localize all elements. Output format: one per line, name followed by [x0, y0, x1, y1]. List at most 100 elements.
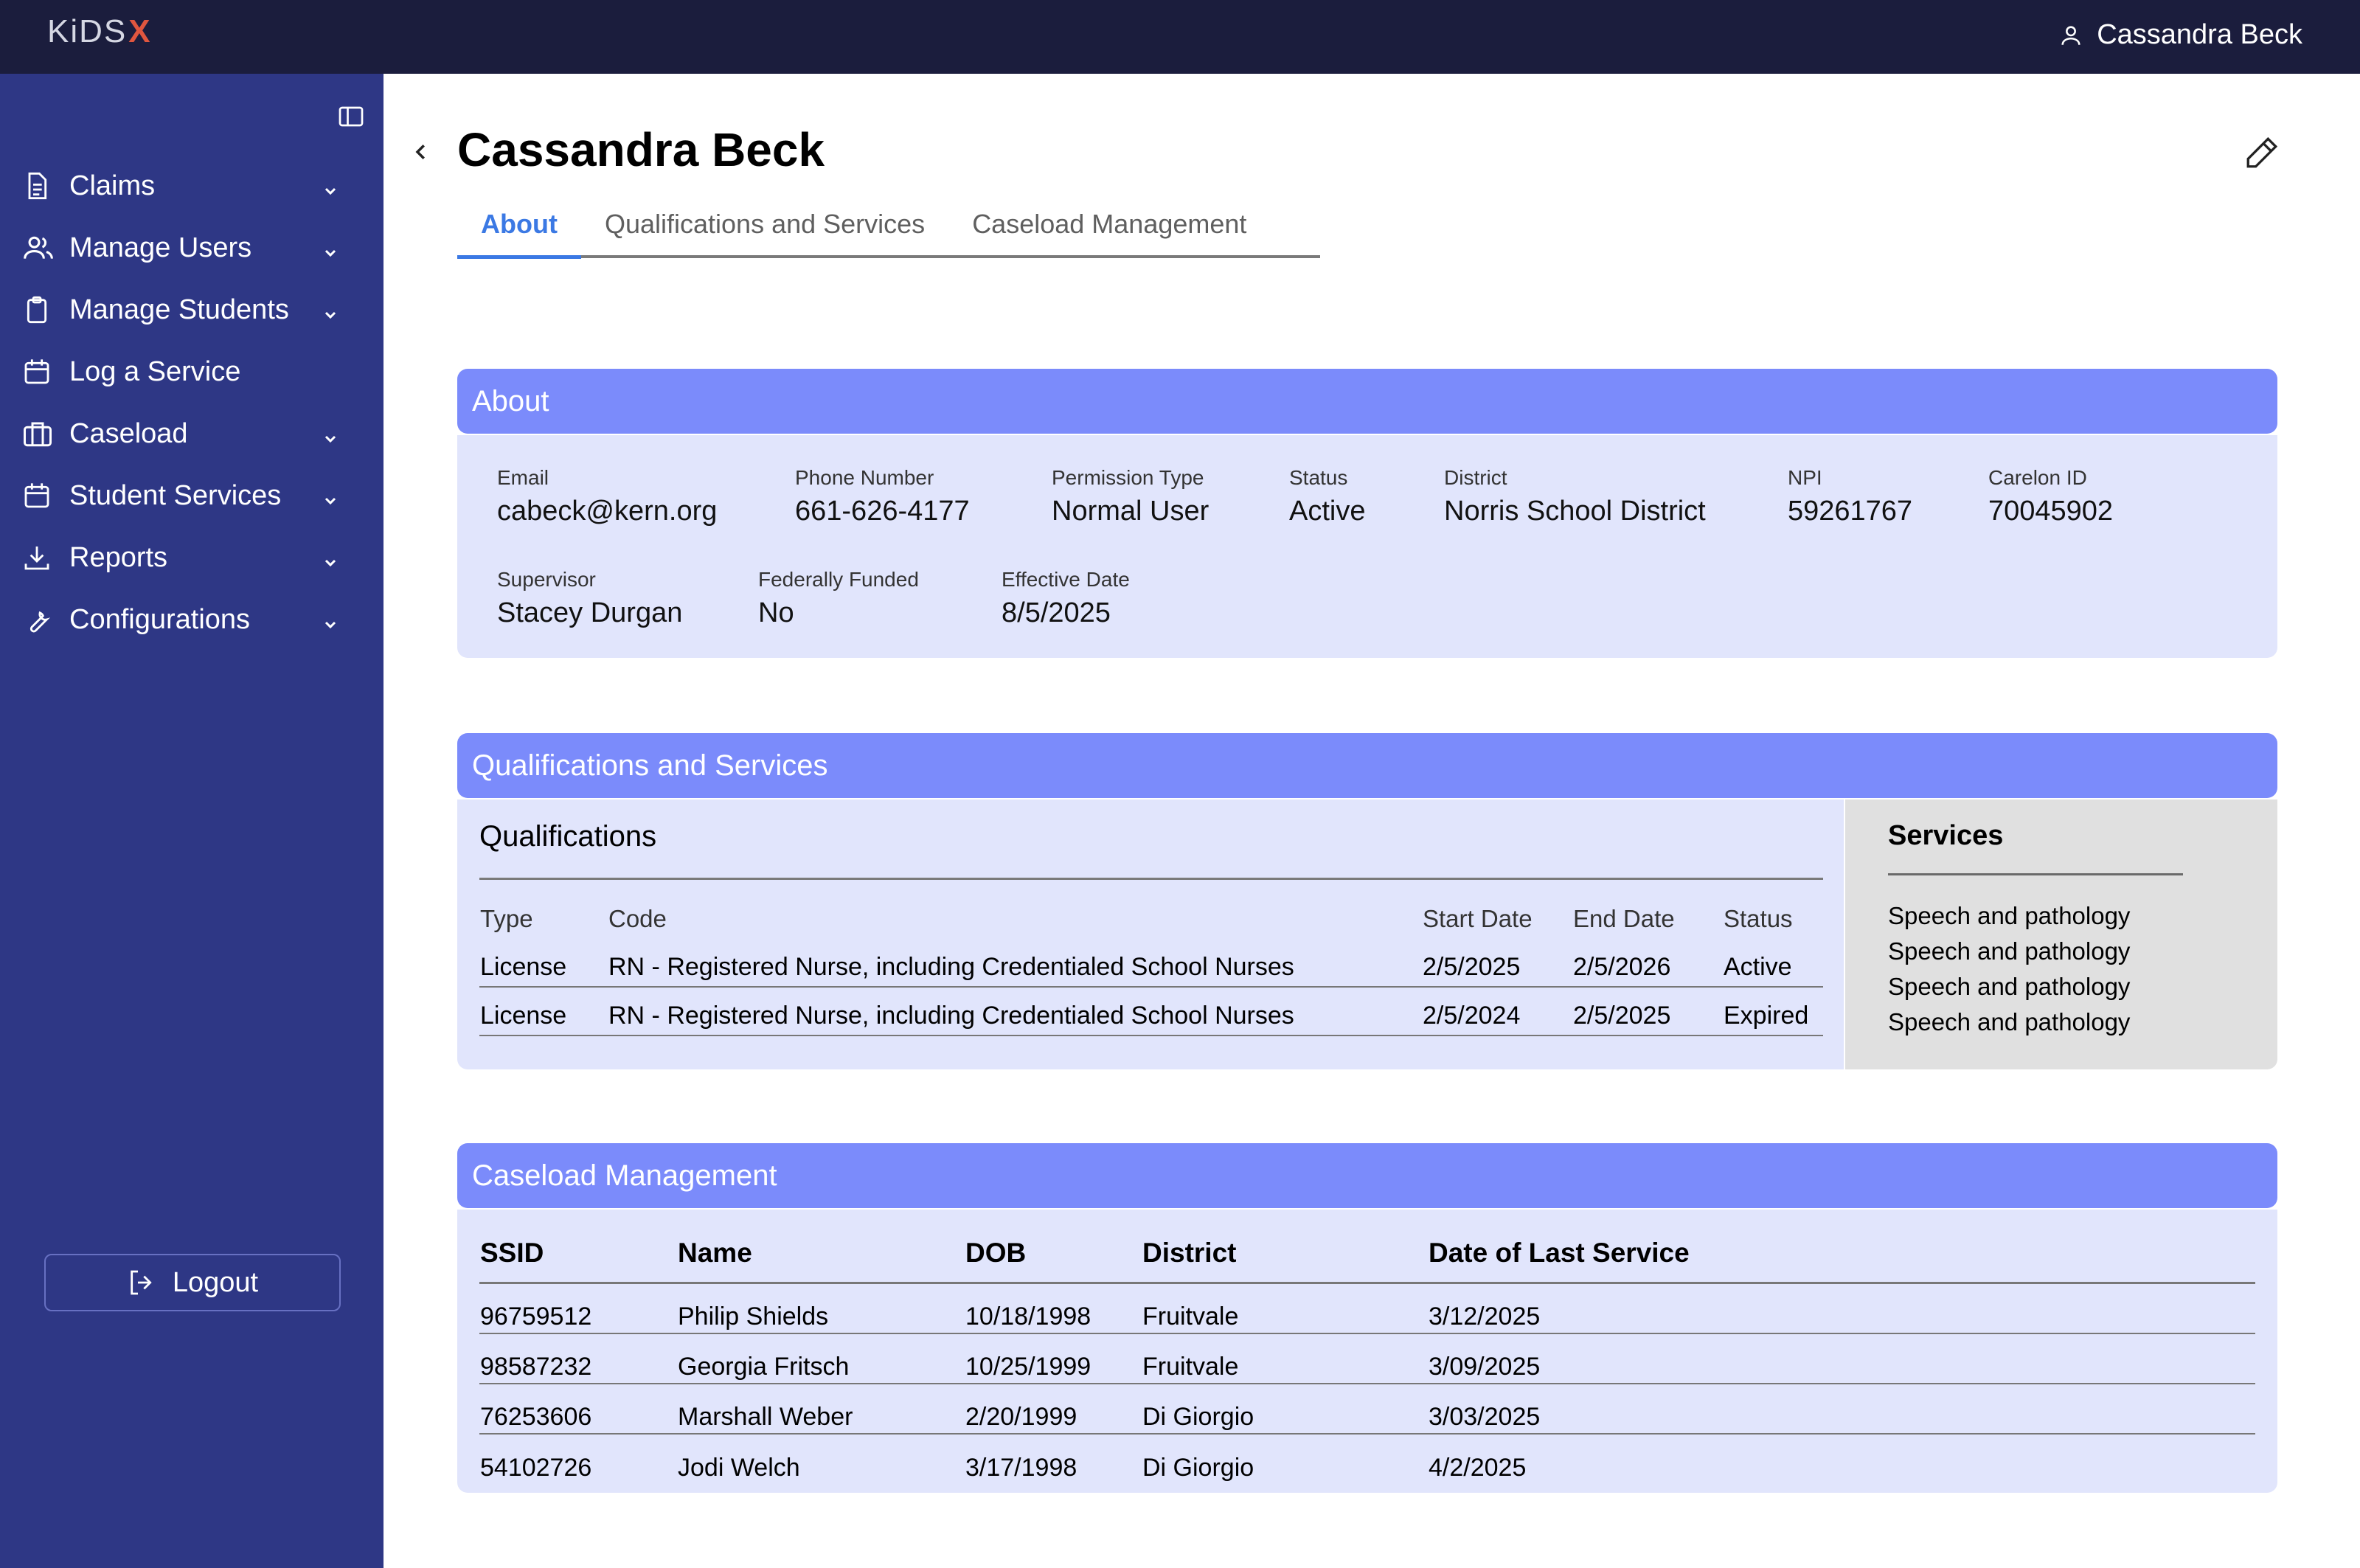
- chevron-down-icon: [322, 609, 339, 641]
- user-menu[interactable]: Cassandra Beck: [2058, 19, 2302, 51]
- qualifications-services-header: Qualifications and Services: [457, 733, 2277, 798]
- npi-field: NPI 59261767: [1788, 466, 1912, 527]
- column-header: DOB: [965, 1224, 1142, 1284]
- carelon-id-field: Carelon ID 70045902: [1988, 466, 2113, 527]
- chevron-down-icon: [322, 176, 339, 207]
- caseload-section: Caseload Management SSID Name DOB Distri…: [457, 1143, 2277, 1493]
- table-cell: 2/5/2025: [1422, 938, 1572, 988]
- sidebar-item-log-a-service[interactable]: Log a Service: [0, 341, 384, 403]
- table-cell: Di Giorgio: [1142, 1383, 1428, 1435]
- users-icon: [22, 232, 55, 264]
- field-label: District: [1444, 466, 1507, 489]
- document-icon: [22, 170, 55, 202]
- sidebar-item-label: Log a Service: [69, 355, 241, 387]
- field-value: Stacey Durgan: [497, 597, 683, 628]
- table-cell: 2/20/1999: [965, 1383, 1142, 1435]
- clipboard-icon: [22, 294, 55, 326]
- logo-text: KiDS: [47, 13, 128, 49]
- list-item: Speech and pathology: [1888, 1008, 2131, 1035]
- logo-mark: X: [128, 13, 152, 49]
- tab-caseload-management[interactable]: Caseload Management: [948, 204, 1270, 255]
- table-row[interactable]: 98587232 Georgia Fritsch 10/25/1999 Frui…: [479, 1333, 2255, 1384]
- sidebar-item-manage-students[interactable]: Manage Students: [0, 279, 384, 341]
- table-cell: Jodi Welch: [678, 1453, 800, 1482]
- services-panel: Services Speech and pathology Speech and…: [1845, 799, 2277, 1069]
- table-row[interactable]: License RN - Registered Nurse, including…: [479, 987, 1823, 1036]
- field-value: 661-626-4177: [795, 496, 970, 527]
- table-cell: Fruitvale: [1142, 1333, 1428, 1384]
- qualifications-services-body: Qualifications Type Code Start Date End …: [457, 799, 2277, 1069]
- table-cell: 2/5/2024: [1422, 987, 1572, 1036]
- sidebar-item-claims[interactable]: Claims: [0, 155, 384, 217]
- column-header: Start Date: [1423, 905, 1533, 932]
- field-label: Email: [497, 466, 549, 489]
- table-cell: 3/03/2025: [1428, 1383, 2255, 1435]
- logout-button[interactable]: Logout: [44, 1254, 341, 1311]
- top-bar: KiDSX Cassandra Beck: [0, 0, 2360, 74]
- table-row[interactable]: 96759512 Philip Shields 10/18/1998 Fruit…: [479, 1283, 2255, 1334]
- table-cell: License: [479, 987, 608, 1036]
- sidebar-item-label: Configurations: [69, 603, 251, 635]
- field-value: 8/5/2025: [1002, 597, 1111, 628]
- column-header: District: [1142, 1224, 1428, 1284]
- services-heading: Services: [1888, 820, 2004, 851]
- app-logo[interactable]: KiDSX: [47, 13, 152, 50]
- effective-date-field: Effective Date 8/5/2025: [1002, 568, 1130, 629]
- table-header-row: Type Code Start Date End Date Status: [479, 900, 1823, 938]
- sidebar-item-label: Caseload: [69, 417, 188, 449]
- column-header: End Date: [1573, 905, 1675, 932]
- column-header: Date of Last Service: [1428, 1224, 2255, 1284]
- tab-bar: About Qualifications and Services Caselo…: [457, 204, 1320, 259]
- about-section: About Email cabeck@kern.org Phone Number…: [457, 369, 2277, 658]
- back-chevron-icon[interactable]: [410, 139, 432, 169]
- caseload-table: SSID Name DOB District Date of Last Serv…: [479, 1224, 2255, 1484]
- logout-icon: [131, 1270, 152, 1295]
- field-label: Phone Number: [795, 466, 934, 489]
- sidebar-item-student-services[interactable]: Student Services: [0, 465, 384, 527]
- table-cell: 3/12/2025: [1428, 1283, 2255, 1334]
- status-field: Status Active: [1289, 466, 1365, 527]
- table-row[interactable]: 76253606 Marshall Weber 2/20/1999 Di Gio…: [479, 1383, 2255, 1435]
- sidebar-item-reports[interactable]: Reports: [0, 527, 384, 589]
- about-section-body: Email cabeck@kern.org Phone Number 661-6…: [457, 435, 2277, 658]
- divider: [1888, 873, 2183, 875]
- sidebar-item-caseload[interactable]: Caseload: [0, 403, 384, 465]
- table-cell: License: [479, 938, 608, 988]
- table-cell: Marshall Weber: [677, 1383, 965, 1435]
- table-cell: 3/17/1998: [965, 1453, 1077, 1482]
- federally-funded-field: Federally Funded No: [758, 568, 919, 629]
- field-label: Supervisor: [497, 568, 596, 591]
- field-label: Permission Type: [1052, 466, 1204, 489]
- wrench-icon: [22, 603, 55, 636]
- table-cell: Fruitvale: [1142, 1283, 1428, 1334]
- table-cell: 2/5/2025: [1572, 987, 1723, 1036]
- qualifications-heading: Qualifications: [479, 820, 657, 853]
- field-label: Effective Date: [1002, 568, 1130, 591]
- briefcase-icon: [22, 417, 55, 450]
- chevron-down-icon: [322, 485, 339, 517]
- sidebar-item-configurations[interactable]: Configurations: [0, 589, 384, 651]
- column-header: Name: [677, 1224, 965, 1284]
- table-cell: 10/25/1999: [965, 1333, 1142, 1384]
- sidebar-item-label: Student Services: [69, 479, 282, 511]
- field-value: Active: [1289, 496, 1366, 527]
- download-icon: [22, 541, 55, 574]
- caseload-section-body: SSID Name DOB District Date of Last Serv…: [457, 1210, 2277, 1493]
- table-row[interactable]: 54102726 Jodi Welch 3/17/1998 Di Giorgio…: [479, 1434, 2255, 1484]
- tab-qualifications-and-services[interactable]: Qualifications and Services: [581, 204, 948, 255]
- table-cell: Di Giorgio: [1142, 1453, 1254, 1482]
- qualifications-panel: Qualifications Type Code Start Date End …: [457, 799, 1844, 1069]
- field-label: Status: [1289, 466, 1348, 489]
- tab-about[interactable]: About: [457, 204, 581, 259]
- sidebar-item-label: Claims: [69, 170, 156, 201]
- field-value: Norris School District: [1444, 496, 1706, 527]
- sidebar-collapse-icon[interactable]: [338, 105, 364, 132]
- edit-pencil-icon[interactable]: [2243, 134, 2280, 175]
- table-cell: Expired: [1723, 987, 1823, 1036]
- table-cell: 4/2/2025: [1429, 1453, 1527, 1482]
- qualifications-services-section: Qualifications and Services Qualificatio…: [457, 733, 2277, 1069]
- calendar-icon: [22, 479, 55, 512]
- table-row[interactable]: License RN - Registered Nurse, including…: [479, 938, 1823, 988]
- sidebar-nav: Claims Manage Users Manage Students Log …: [0, 155, 384, 651]
- sidebar-item-manage-users[interactable]: Manage Users: [0, 217, 384, 279]
